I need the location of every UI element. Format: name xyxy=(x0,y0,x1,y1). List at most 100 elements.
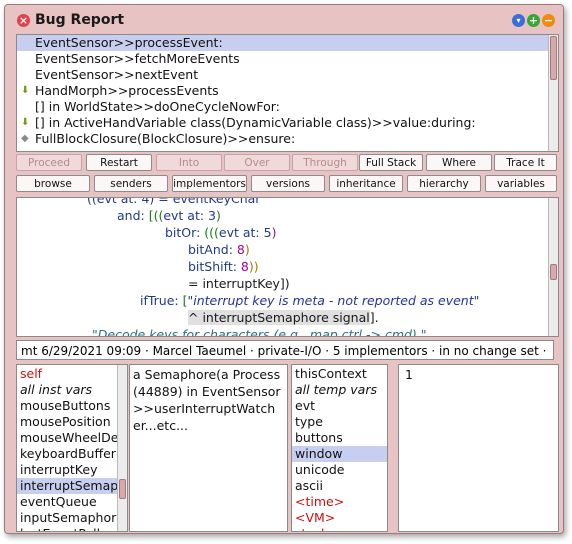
receiver-scroll-thumb[interactable] xyxy=(119,479,126,499)
code-paren: ) xyxy=(271,225,277,240)
receiver-variable-item[interactable]: all inst vars xyxy=(17,382,117,398)
receiver-variable-item[interactable]: self xyxy=(17,366,117,382)
context-variable-item[interactable]: evt xyxy=(292,398,387,414)
code-paren: ) xyxy=(216,208,221,223)
stack-frame-label: [] in ActiveHandVariable class(DynamicVa… xyxy=(35,115,476,130)
receiver-variable-item[interactable]: lastEventPoll xyxy=(17,526,117,531)
code-highlighted-statement[interactable]: ^ interruptSemaphore signal xyxy=(188,310,370,325)
code-paren: )) xyxy=(248,259,259,274)
browse-button[interactable]: browse xyxy=(16,175,90,192)
context-variable-item[interactable]: unicode xyxy=(292,462,387,478)
receiver-variable-item[interactable]: interruptSemap xyxy=(17,478,118,494)
stack-frame-label: EventSensor>>nextEvent xyxy=(35,67,199,82)
window-title: Bug Report xyxy=(35,12,125,28)
code-paren: ((( xyxy=(204,225,219,240)
context-variable-item[interactable]: ascii xyxy=(292,478,387,494)
collapse-icon[interactable]: − xyxy=(542,14,555,27)
stack-frame-item[interactable]: ⬇ [] in ActiveHandVariable class(DynamicV… xyxy=(17,115,558,131)
context-variable-item[interactable]: <VM> xyxy=(292,510,387,526)
implementors-button[interactable]: implementors xyxy=(172,175,247,192)
versions-button[interactable]: versions xyxy=(251,175,325,192)
full-stack-button[interactable]: Full Stack xyxy=(359,154,423,171)
stack-frame-label: FullBlockClosure(BlockClosure)>>ensure: xyxy=(35,131,296,146)
stack-frame-label: EventSensor>>processEvent: xyxy=(35,35,223,50)
down-arrow-icon: ⬇ xyxy=(21,117,30,128)
code-line-2: bitOr: (((evt at: 5) xyxy=(165,225,276,240)
through-button[interactable]: Through xyxy=(292,154,358,171)
stack-frame-label: HandMorph>>processEvents xyxy=(35,83,219,98)
code-line-0: ((evt at: 4) = eventKeyChar xyxy=(87,197,261,206)
proceed-button[interactable]: Proceed xyxy=(16,154,82,171)
trace-it-button[interactable]: Trace It xyxy=(494,154,557,171)
stack-frame-item[interactable]: EventSensor>>processEvent: xyxy=(17,35,558,51)
code-line-5: = interruptKey]) xyxy=(188,276,290,291)
context-variable-item[interactable]: stack xyxy=(292,526,387,531)
where-button[interactable]: Where xyxy=(426,154,492,171)
stack-frame-label: [] in WorldState>>doOneCycleNowFor: xyxy=(35,99,280,114)
down-arrow-icon: ⬇ xyxy=(21,85,30,96)
senders-button[interactable]: senders xyxy=(94,175,168,192)
context-value-text: 1 xyxy=(405,367,413,382)
receiver-variable-item[interactable]: keyboardBuffer xyxy=(17,446,117,462)
code-line-7: ^ interruptSemaphore signal]. xyxy=(188,310,379,325)
code-string: "interrupt key is meta - not reported as… xyxy=(187,293,480,308)
receiver-value-pane[interactable]: a Semaphore(a Process(44889) in EventSen… xyxy=(129,364,288,532)
receiver-variable-item[interactable]: mouseButtons xyxy=(17,398,117,414)
context-variable-item[interactable]: thisContext xyxy=(292,366,387,382)
code-iftrue-keyword: ifTrue: xyxy=(140,293,183,308)
context-variable-item[interactable]: type xyxy=(292,414,387,430)
hierarchy-button[interactable]: hierarchy xyxy=(407,175,481,192)
into-button[interactable]: Into xyxy=(156,154,222,171)
diamond-icon: ◆ xyxy=(21,133,29,144)
context-variable-item[interactable]: window xyxy=(292,446,387,462)
stack-scroll-thumb[interactable] xyxy=(550,36,557,80)
code-bracket: ]. xyxy=(369,310,379,325)
context-variable-item[interactable]: <time> xyxy=(292,494,387,510)
stack-frame-item[interactable]: [] in WorldState>>doOneCycleNowFor: xyxy=(17,99,558,115)
code-bracket: [(( xyxy=(148,208,164,223)
stack-frame-item[interactable]: EventSensor>>nextEvent xyxy=(17,67,558,83)
receiver-variable-item[interactable]: interruptKey xyxy=(17,462,117,478)
menu-icon[interactable]: ▾ xyxy=(512,14,525,27)
restart-button[interactable]: Restart xyxy=(86,154,152,171)
code-line-6: ifTrue: ["interrupt key is meta - not re… xyxy=(140,293,479,308)
code-line-1: and: [((evt at: 3) xyxy=(117,208,221,223)
stack-frame-item[interactable]: EventSensor>>fetchMoreEvents xyxy=(17,51,558,67)
code-bitor-keyword: bitOr: xyxy=(165,225,205,240)
code-line-8: "Decode keys for characters (e.g., map c… xyxy=(92,327,427,337)
receiver-scrollbar[interactable] xyxy=(117,365,127,531)
code-paren: ) xyxy=(244,242,250,257)
context-variable-item[interactable]: all temp vars xyxy=(292,382,387,398)
receiver-variable-item[interactable]: mousePosition xyxy=(17,414,117,430)
code-line-4: bitShift: 8)) xyxy=(188,259,259,274)
stack-frame-item[interactable]: ◆ FullBlockClosure(BlockClosure)>>ensure: xyxy=(17,131,558,147)
stack-frame-label: EventSensor>>fetchMoreEvents xyxy=(35,51,240,66)
code-pane[interactable]: ((evt at: 4) = eventKeyChar and: [((evt … xyxy=(16,197,559,337)
receiver-variable-item[interactable]: mouseWheelDe xyxy=(17,430,118,446)
inheritance-button[interactable]: inheritance xyxy=(329,175,403,192)
variables-button[interactable]: variables xyxy=(485,175,557,192)
code-scroll-thumb[interactable] xyxy=(550,264,557,280)
code-scrollbar[interactable] xyxy=(548,198,558,336)
method-info-status: mt 6/29/2021 09:09 · Marcel Taeumel · pr… xyxy=(16,340,554,360)
code-number: 8 xyxy=(236,242,245,257)
code-number: 8 xyxy=(240,259,249,274)
context-variables-list[interactable]: thisContext all temp vars evt type buttons wi… xyxy=(291,364,388,532)
stack-list[interactable]: EventSensor>>processEvent: EventSensor>>f… xyxy=(16,34,559,152)
context-variable-item[interactable]: buttons xyxy=(292,430,387,446)
bug-report-window: × Bug Report ▾ + − EventSensor>>processE… xyxy=(4,4,564,534)
expand-icon[interactable]: + xyxy=(527,14,540,27)
receiver-variable-item[interactable]: inputSemaphor xyxy=(17,510,117,526)
stack-frame-item[interactable]: ⬇ HandMorph>>processEvents xyxy=(17,83,558,99)
code-and-keyword: and: xyxy=(117,208,149,223)
receiver-variable-item[interactable]: eventQueue xyxy=(17,494,117,510)
code-evt-at: evt at: 5 xyxy=(218,225,272,240)
stack-scrollbar[interactable] xyxy=(548,35,558,151)
title-bar[interactable]: × Bug Report ▾ + − xyxy=(5,5,563,35)
code-line-3: bitAnd: 8) xyxy=(188,242,250,257)
receiver-variables-list[interactable]: self all inst vars mouseButtons mousePositi… xyxy=(16,364,128,532)
code-bitand-keyword: bitAnd: xyxy=(188,242,237,257)
close-icon[interactable]: × xyxy=(17,14,30,27)
over-button[interactable]: Over xyxy=(224,154,290,171)
context-value-pane[interactable]: 1 xyxy=(398,364,559,532)
